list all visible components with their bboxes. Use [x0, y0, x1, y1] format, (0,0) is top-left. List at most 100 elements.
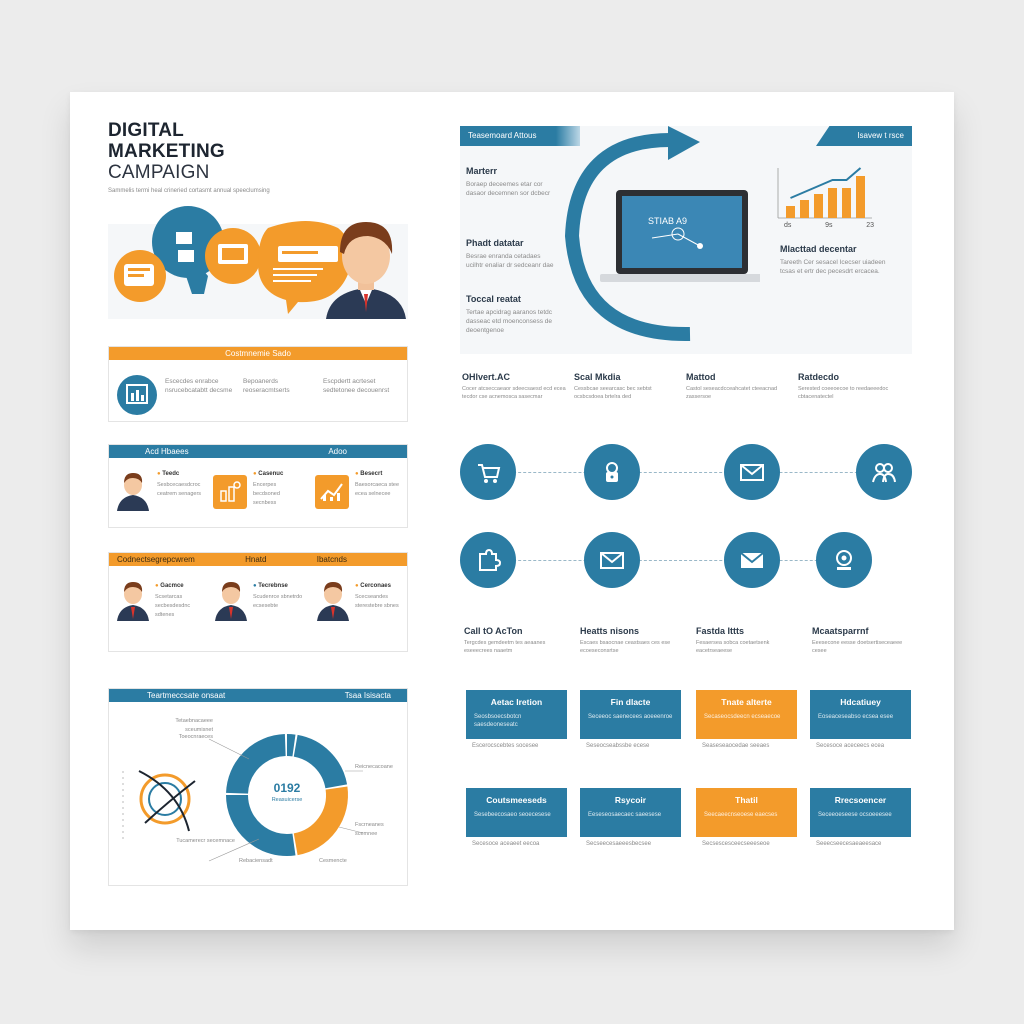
channel-4: Ratdecdo Serested coeeoecoe to reedaeeed…	[798, 372, 902, 412]
user-lock-icon[interactable]	[584, 444, 640, 500]
title-block: DIGITAL MARKETING CAMPAIGN Sammelis term…	[108, 120, 308, 196]
tile-1-below: Escerocscebtes socesee	[472, 743, 539, 749]
donut-label-6: Rebaciensadt	[239, 858, 273, 864]
donut-label-7: Cesmencte	[319, 858, 347, 864]
card1-text-1: Escecdes enrabce nsrucebcatabtt decsme	[165, 378, 233, 394]
feature-4-text: Eeesecone eesse doetsertiseceaeee cesee	[812, 640, 903, 654]
subtitle: Sammelis termi heal crineried cortasmt a…	[108, 188, 270, 194]
tile-6[interactable]: Rsycoir Eeseseosaecaec saeesese Secseeces…	[580, 788, 681, 847]
tile-2-title: Fin dlacte	[610, 697, 651, 707]
card2-text-2: Encerpes becdsoned secnbess	[253, 482, 280, 506]
feature-1-title: Call tO AcTon	[464, 626, 523, 636]
tile-1-title: Aetac Iretion	[490, 697, 543, 707]
feature-2: Heatts nisons Escaes bsaocnae ceastsaes …	[580, 626, 680, 666]
card4-header-right: Tsaa Isisacta	[344, 691, 391, 700]
tile-1[interactable]: Aetac Iretion Seosbsoecsbotcn saesdeonese…	[466, 690, 567, 749]
tile-3-below: Seaseseaocedae seeaes	[702, 743, 770, 749]
features-row: Call tO AcTon Tergcdes gemdeetm tes aeaa…	[464, 626, 914, 666]
hero-right-banner: Isavew t rsce	[816, 126, 912, 146]
bar-5	[842, 188, 851, 218]
feature-3-text: Fesaersea sobca coetaetsenk eacetrseaees…	[696, 640, 770, 654]
channel-1-title: OHlvert.AC	[462, 372, 511, 382]
card3-header-2: Hnatd	[245, 555, 267, 564]
feature-2-title: Heatts nisons	[580, 626, 640, 636]
tile-3-title: Tnate alterte	[721, 697, 772, 707]
laptop-screen-text: STIAB A9	[648, 216, 688, 226]
channel-4-text: Serested coeeoecoe to reedaeeedoc cbtace…	[798, 386, 889, 400]
card3-header-1: Codnectsegrepcwrem	[117, 555, 195, 564]
card3-text-2: Scudenrce sbnetrdo ecsesebte	[253, 594, 303, 609]
tile-6-below: Secseecesaeeesbecsee	[586, 841, 652, 847]
bar-1	[786, 206, 795, 218]
chart-x-label-3: 23	[866, 222, 874, 229]
speech-bubbles-illustration	[108, 206, 408, 319]
channels-row: OHlvert.AC Cocer atcseccaeaor sdeecsaesd…	[462, 372, 912, 412]
trend-chart-icon	[315, 475, 349, 509]
donut-label-2: Toeocnraeces	[178, 734, 213, 740]
card4-header-left: Teartmeccsate onsaat	[147, 691, 226, 700]
card3-tag-1: Gacmce	[160, 583, 184, 589]
mail-icon[interactable]	[724, 532, 780, 588]
icon-row-2	[460, 532, 912, 588]
donut-label-5: Tucamerecr secemnace	[176, 838, 235, 844]
card2-header: Acd Hbaees Adoo	[109, 445, 407, 458]
person-avatar	[213, 577, 249, 621]
title-line-1: DIGITAL	[108, 120, 184, 141]
cycle-arrow-laptop	[564, 126, 760, 342]
tile-2[interactable]: Fin dlacte Seceeoc saenecees aoeeenroe Se…	[580, 690, 681, 749]
card-costmnemie: Costmnemie Sado Escecdes enrabce nsruceb…	[108, 346, 408, 422]
tile-8-below: Seeecseecesaeaeesace	[816, 841, 882, 847]
tile-6-text: Eeseseosaecaec saeesese	[588, 812, 662, 818]
donut-center-value: 0192	[273, 781, 301, 795]
users-icon[interactable]	[856, 444, 912, 500]
tile-3[interactable]: Tnate alterte Secaseocsdeecn ecseaecoe Se…	[696, 690, 797, 749]
donut-label-4: Fscrneanes scemnee	[355, 822, 384, 837]
hero-illustration	[108, 204, 408, 319]
card-codnects: Codnectsegrepcwrem Hnatd Ibatcnds ● Gacm…	[108, 552, 408, 652]
feature-1: Call tO AcTon Tergcdes gemdeetm tes aeaa…	[464, 626, 564, 666]
card-acd-hbaees: Acd Hbaees Adoo ● Teedc Sesbcecaesdcroc …	[108, 444, 408, 528]
tile-7-below: Secsescesceecseeeseoe	[702, 841, 770, 847]
title-line-2: MARKETING	[108, 141, 225, 162]
tile-8[interactable]: Rrecsoencer Seceeoeseese ocsoeeesee Seeec…	[810, 788, 911, 847]
channel-4-title: Ratdecdo	[798, 372, 840, 382]
card3-header-3: Ibatcnds	[316, 555, 347, 564]
feature-2-text: Escaes bsaocnae ceastsaes ces ese ecoese…	[580, 640, 671, 654]
channel-1-text: Cocer atcseccaeaor sdeecsaesd ecd ecea t…	[462, 386, 566, 400]
feature-4: Mcaatsparrnf Eeesecone eesse doetsertise…	[812, 626, 912, 666]
donut-label-3: Reicnecacoane	[355, 764, 393, 770]
chart-board-icon	[117, 375, 157, 415]
tile-1-text: Seosbsoecsbotcn saesdeoneseatc	[474, 714, 522, 728]
card2-tag-2: Casenuc	[258, 471, 284, 477]
target-illustration	[122, 770, 196, 841]
tile-5-below: Secesoce aceaeet eecoa	[472, 841, 540, 847]
chart-x-label-1: ds	[784, 222, 792, 229]
tile-7[interactable]: Thatil Seecaeecnseoese eaecses Secsescesc…	[696, 788, 797, 847]
growth-icon	[213, 475, 247, 509]
card3-header: Codnectsegrepcwrem Hnatd Ibatcnds	[109, 553, 407, 566]
person-avatar	[115, 577, 151, 621]
puzzle-icon[interactable]	[460, 532, 516, 588]
webcam-icon[interactable]	[816, 532, 872, 588]
tile-4-text: Eoseaceseabso ecsea esee	[818, 714, 894, 720]
channel-2-title: Scal Mkdia	[574, 372, 621, 382]
channel-1: OHlvert.AC Cocer atcseccaeaor sdeecsaesd…	[462, 372, 566, 412]
card1-text-3: Escpdertt acrteset sedtetonee decouenrst	[323, 378, 390, 394]
tile-2-text: Seceeoc saenecees aoeeenroe	[588, 714, 673, 720]
tile-5-title: Coutsmeeseds	[486, 795, 547, 805]
card4-header: Teartmeccsate onsaat Tsaa Isisacta	[109, 689, 407, 702]
person-avatar	[115, 469, 151, 511]
mail-icon[interactable]	[724, 444, 780, 500]
tile-5[interactable]: Coutsmeeseds Sesebeecosaeo seoecesese Sec…	[466, 788, 567, 847]
card2-tag-3: Besecrt	[360, 471, 383, 477]
hero-block-2-title: Phadt datatar	[466, 238, 524, 248]
mail-icon[interactable]	[584, 532, 640, 588]
tile-7-text: Seecaeecnseoese eaecses	[704, 812, 778, 818]
cart-icon[interactable]	[460, 444, 516, 500]
feature-3: Fastda Ittts Fesaersea sobca coetaetsenk…	[696, 626, 796, 666]
tile-2-below: Seseocseabssbe ecese	[586, 743, 650, 749]
hero-block-3-title: Toccal reatat	[466, 294, 521, 304]
tile-4[interactable]: Hdcatiuey Eoseaceseabso ecsea esee Seceso…	[810, 690, 911, 749]
card2-header-right: Adoo	[328, 447, 347, 456]
feature-1-text: Tergcdes gemdeetm tes aeaanes eseeecrees…	[464, 640, 546, 654]
